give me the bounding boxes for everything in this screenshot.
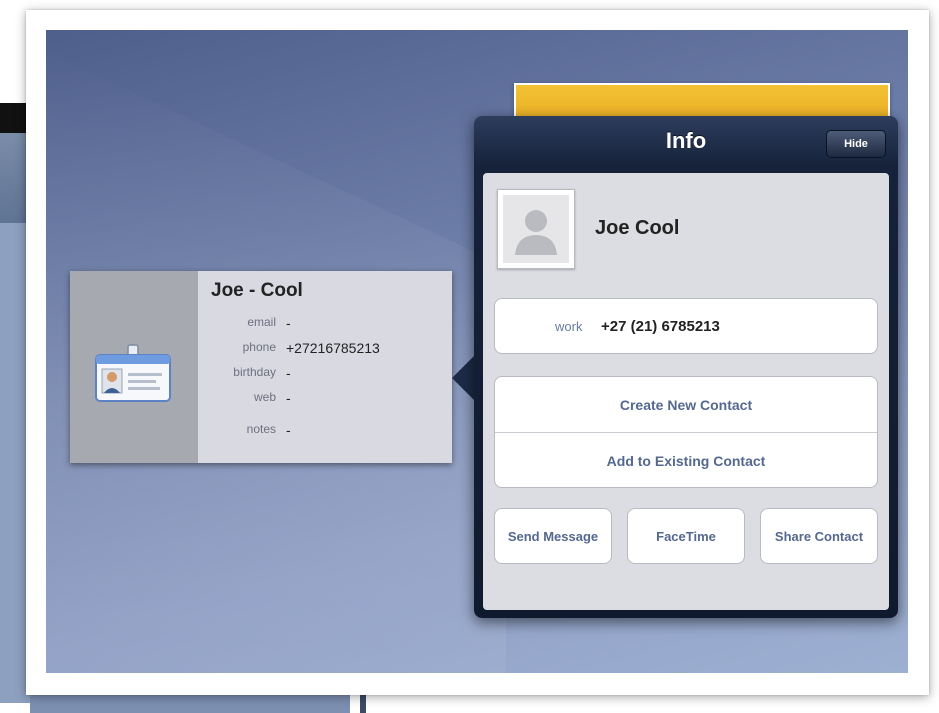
- birthday-label: birthday: [233, 365, 276, 379]
- email-label: email: [247, 315, 276, 329]
- phone-number: +27 (21) 6785213: [601, 318, 720, 335]
- popover-arrow: [452, 356, 474, 400]
- phone-value[interactable]: +27216785213: [286, 340, 380, 356]
- contact-card-details: Joe - Cool email - phone +27216785213 bi…: [198, 271, 452, 463]
- hide-button[interactable]: Hide: [826, 130, 886, 158]
- birthday-value[interactable]: -: [286, 365, 291, 381]
- avatar-placeholder: [503, 195, 569, 263]
- email-value[interactable]: -: [286, 315, 291, 331]
- facetime-button[interactable]: FaceTime: [627, 508, 745, 564]
- phone-type-label: work: [555, 319, 583, 334]
- contact-card-icon-panel: [70, 271, 198, 463]
- id-badge-icon: [95, 344, 171, 402]
- info-popover: Info Hide Joe Cool work +27 (21) 6785213…: [474, 116, 898, 618]
- popover-body: Joe Cool work +27 (21) 6785213 Create Ne…: [483, 173, 889, 610]
- ipad-screen: Joe - Cool email - phone +27216785213 bi…: [46, 30, 908, 673]
- phone-number-cell[interactable]: work +27 (21) 6785213: [494, 298, 878, 354]
- avatar[interactable]: [497, 189, 575, 269]
- web-value[interactable]: -: [286, 390, 291, 406]
- person-silhouette-icon: [515, 210, 557, 255]
- add-to-existing-contact-button[interactable]: Add to Existing Contact: [495, 433, 877, 489]
- contact-name: Joe Cool: [595, 217, 680, 239]
- contact-card[interactable]: Joe - Cool email - phone +27216785213 bi…: [70, 271, 452, 463]
- share-contact-button[interactable]: Share Contact: [760, 508, 878, 564]
- notes-label: notes: [246, 422, 276, 436]
- notes-value[interactable]: -: [286, 422, 291, 438]
- web-label: web: [253, 390, 276, 404]
- send-message-button[interactable]: Send Message: [494, 508, 612, 564]
- contact-actions-group: Create New Contact Add to Existing Conta…: [494, 376, 878, 488]
- phone-label: phone: [242, 340, 276, 354]
- create-new-contact-button[interactable]: Create New Contact: [495, 377, 877, 433]
- contact-card-name: Joe - Cool: [211, 280, 303, 301]
